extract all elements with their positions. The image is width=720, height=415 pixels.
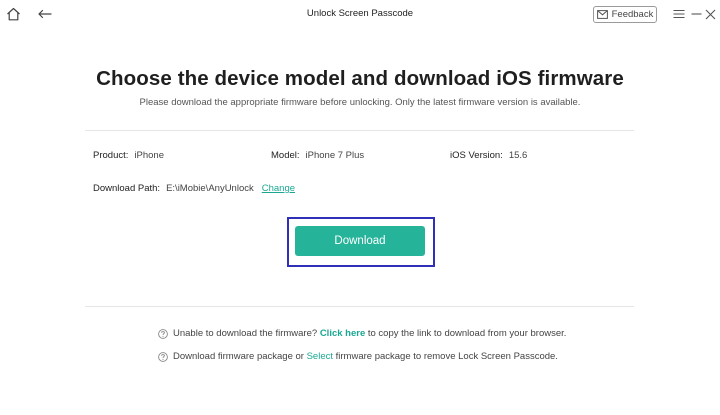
divider bbox=[85, 130, 634, 131]
hamburger-menu-icon[interactable] bbox=[670, 5, 688, 23]
model-field: Model: iPhone 7 Plus bbox=[271, 150, 364, 161]
ios-version-field: iOS Version: 15.6 bbox=[450, 150, 527, 161]
help-text: to copy the link to download from your b… bbox=[365, 328, 567, 339]
download-button[interactable]: Download bbox=[295, 226, 425, 256]
download-path-value: E:\iMobie\AnyUnlock bbox=[166, 183, 254, 194]
question-circle-icon bbox=[158, 328, 168, 339]
close-icon[interactable] bbox=[701, 5, 719, 23]
page-title: Choose the device model and download iOS… bbox=[96, 67, 624, 90]
question-circle-icon bbox=[158, 351, 168, 362]
ios-version-label: iOS Version: bbox=[450, 150, 503, 161]
product-value: iPhone bbox=[134, 150, 164, 161]
change-path-link[interactable]: Change bbox=[262, 183, 295, 194]
help-text: Unable to download the firmware? bbox=[173, 328, 320, 339]
feedback-button[interactable]: Feedback bbox=[593, 6, 657, 23]
feedback-mail-icon bbox=[596, 10, 608, 19]
help-text: Download firmware package or bbox=[173, 351, 307, 362]
page-subtitle: Please download the appropriate firmware… bbox=[139, 97, 581, 108]
help-line-copy-link: Unable to download the firmware? Click h… bbox=[158, 328, 566, 339]
click-here-link[interactable]: Click here bbox=[320, 328, 365, 339]
help-line-select-package: Download firmware package or Select firm… bbox=[158, 351, 558, 362]
model-label: Model: bbox=[271, 150, 300, 161]
download-path-field: Download Path: E:\iMobie\AnyUnlock Change bbox=[93, 183, 295, 194]
download-path-label: Download Path: bbox=[93, 183, 161, 194]
product-label: Product: bbox=[93, 150, 129, 161]
divider bbox=[85, 306, 634, 307]
help-text: firmware package to remove Lock Screen P… bbox=[333, 351, 558, 362]
title-bar: Unlock Screen Passcode Feedback bbox=[0, 0, 720, 30]
app-window: Unlock Screen Passcode Feedback Choose t… bbox=[0, 0, 720, 415]
product-field: Product: iPhone bbox=[93, 150, 164, 161]
model-value: iPhone 7 Plus bbox=[305, 150, 365, 161]
ios-version-value: 15.6 bbox=[508, 150, 528, 161]
select-package-link[interactable]: Select bbox=[307, 351, 333, 362]
feedback-label: Feedback bbox=[611, 9, 654, 20]
